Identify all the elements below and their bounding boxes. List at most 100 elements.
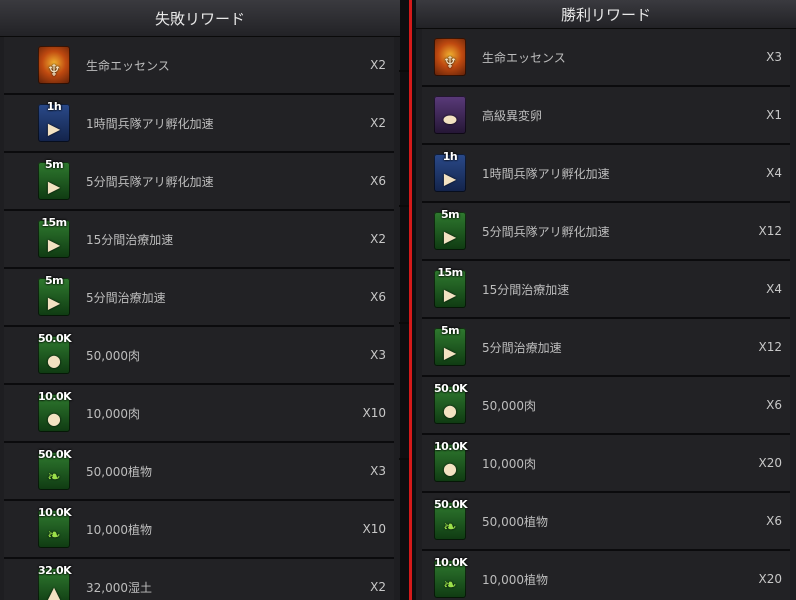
reward-quantity: X10 — [362, 522, 387, 536]
icon-glyph: ▶ — [443, 285, 457, 304]
divider-tick — [399, 205, 409, 207]
reward-row[interactable]: 10.0K ● 10,000肉 X10 — [4, 385, 394, 443]
defeat-rewards-title: 失敗リワード — [0, 0, 400, 37]
reward-quantity: X3 — [370, 348, 386, 362]
icon-glyph: ❧ — [443, 575, 457, 594]
item-amount-tag: 5m — [44, 158, 64, 171]
troop-hatch-speedup-icon: 1h ▶ — [434, 150, 466, 192]
reward-quantity: X12 — [758, 224, 783, 238]
reward-label: 50,000肉 — [482, 398, 536, 413]
reward-quantity: X3 — [370, 464, 386, 478]
victory-rewards-list[interactable]: ♆ 生命エッセンス X3 ⬬ 高級異変卵 X1 1h ▶ 1時間兵隊アリ孵化加速 X4 5m ▶ 5分間… — [416, 29, 796, 600]
heal-speedup-icon: 5m ▶ — [38, 274, 70, 316]
icon-glyph: ▶ — [443, 169, 457, 188]
reward-row[interactable]: ♆ 生命エッセンス X2 — [4, 37, 394, 95]
icon-glyph: ♆ — [46, 61, 62, 80]
reward-row[interactable]: 5m ▶ 5分間治療加速 X12 — [422, 319, 790, 377]
reward-row[interactable]: 10.0K ❧ 10,000植物 X10 — [4, 501, 394, 559]
reward-label: 15分間治療加速 — [482, 282, 570, 297]
reward-label: 10,000植物 — [86, 522, 152, 537]
reward-row[interactable]: 1h ▶ 1時間兵隊アリ孵化加速 X4 — [422, 145, 790, 203]
reward-quantity: X2 — [370, 116, 386, 130]
reward-row[interactable]: 50.0K ❧ 50,000植物 X3 — [4, 443, 394, 501]
icon-glyph: ❧ — [47, 467, 61, 486]
reward-label: 10,000植物 — [482, 572, 548, 587]
reward-row[interactable]: 5m ▶ 5分間兵隊アリ孵化加速 X6 — [4, 153, 394, 211]
heal-speedup-icon: 5m ▶ — [434, 324, 466, 366]
icon-glyph: ❧ — [47, 525, 61, 544]
reward-row[interactable]: 15m ▶ 15分間治療加速 X2 — [4, 211, 394, 269]
divider-tick — [399, 70, 409, 72]
reward-row[interactable]: 10.0K ● 10,000肉 X20 — [422, 435, 790, 493]
reward-label: 高級異変卵 — [482, 108, 543, 123]
icon-glyph: ❧ — [443, 517, 457, 536]
icon-glyph: ⬬ — [443, 110, 457, 129]
reward-quantity: X4 — [766, 166, 782, 180]
plant-icon: 50.0K ❧ — [434, 498, 468, 540]
reward-label: 生命エッセンス — [86, 58, 170, 73]
meat-icon: 10.0K ● — [38, 390, 72, 432]
plant-icon: 50.0K ❧ — [38, 448, 72, 490]
reward-label: 1時間兵隊アリ孵化加速 — [86, 116, 214, 131]
victory-rewards-title: 勝利リワード — [416, 0, 796, 29]
item-amount-tag: 1h — [46, 100, 62, 113]
item-amount-tag: 5m — [440, 324, 460, 337]
icon-glyph: ▶ — [47, 293, 61, 312]
item-amount-tag: 15m — [41, 216, 67, 229]
defeat-rewards-list[interactable]: ♆ 生命エッセンス X2 1h ▶ 1時間兵隊アリ孵化加速 X2 5m ▶ 5分間兵隊アリ孵化加速… — [0, 37, 400, 600]
meat-icon: 10.0K ● — [434, 440, 468, 482]
icon-glyph: ● — [443, 459, 457, 478]
plant-icon: 10.0K ❧ — [434, 556, 468, 598]
item-amount-tag: 50.0K — [38, 448, 72, 461]
reward-quantity: X20 — [758, 572, 783, 586]
reward-quantity: X2 — [370, 580, 386, 594]
reward-quantity: X6 — [766, 398, 782, 412]
plant-icon: 10.0K ❧ — [38, 506, 72, 548]
reward-label: 50,000植物 — [86, 464, 152, 479]
item-amount-tag: 15m — [437, 266, 463, 279]
item-amount-tag: 10.0K — [434, 556, 468, 569]
reward-row[interactable]: 5m ▶ 5分間治療加速 X6 — [4, 269, 394, 327]
mutant-egg-icon: ⬬ — [434, 96, 466, 134]
icon-glyph: ▶ — [47, 119, 61, 138]
reward-quantity: X6 — [370, 174, 386, 188]
item-amount-tag: 50.0K — [38, 332, 72, 345]
meat-icon: 50.0K ● — [38, 332, 72, 374]
reward-row[interactable]: 50.0K ● 50,000肉 X6 — [422, 377, 790, 435]
essence-icon: ♆ — [434, 38, 466, 76]
reward-label: 5分間治療加速 — [86, 290, 166, 305]
heal-speedup-icon: 15m ▶ — [38, 216, 70, 258]
reward-label: 50,000植物 — [482, 514, 548, 529]
reward-row[interactable]: 15m ▶ 15分間治療加速 X4 — [422, 261, 790, 319]
troop-hatch-speedup-icon: 5m ▶ — [38, 158, 70, 200]
reward-quantity: X2 — [370, 58, 386, 72]
icon-glyph: ▶ — [47, 177, 61, 196]
reward-quantity: X6 — [766, 514, 782, 528]
reward-row[interactable]: ⬬ 高級異変卵 X1 — [422, 87, 790, 145]
item-amount-tag: 5m — [44, 274, 64, 287]
reward-quantity: X6 — [370, 290, 386, 304]
icon-glyph: ● — [443, 401, 457, 420]
reward-label: 32,000湿土 — [86, 580, 152, 595]
reward-row[interactable]: 5m ▶ 5分間兵隊アリ孵化加速 X12 — [422, 203, 790, 261]
reward-quantity: X2 — [370, 232, 386, 246]
reward-label: 5分間治療加速 — [482, 340, 562, 355]
item-amount-tag: 10.0K — [38, 390, 72, 403]
reward-row[interactable]: 50.0K ● 50,000肉 X3 — [4, 327, 394, 385]
reward-row[interactable]: 50.0K ❧ 50,000植物 X6 — [422, 493, 790, 551]
reward-row[interactable]: 1h ▶ 1時間兵隊アリ孵化加速 X2 — [4, 95, 394, 153]
icon-glyph: ▶ — [443, 227, 457, 246]
icon-glyph: ▲ — [47, 583, 61, 600]
item-amount-tag: 32.0K — [38, 564, 72, 577]
reward-label: 5分間兵隊アリ孵化加速 — [482, 224, 610, 239]
reward-row[interactable]: 32.0K ▲ 32,000湿土 X2 — [4, 559, 394, 600]
reward-quantity: X4 — [766, 282, 782, 296]
divider-tick — [399, 322, 409, 324]
reward-row[interactable]: 10.0K ❧ 10,000植物 X20 — [422, 551, 790, 600]
defeat-rewards-panel: 失敗リワード ♆ 生命エッセンス X2 1h ▶ 1時間兵隊アリ孵化加速 X2 5m ▶ 5分間兵… — [0, 0, 400, 600]
victory-rewards-panel: 勝利リワード ♆ 生命エッセンス X3 ⬬ 高級異変卵 X1 1h ▶ 1時間兵隊アリ孵化加速 X… — [416, 0, 796, 600]
reward-label: 50,000肉 — [86, 348, 140, 363]
reward-label: 15分間治療加速 — [86, 232, 174, 247]
reward-label: 1時間兵隊アリ孵化加速 — [482, 166, 610, 181]
reward-row[interactable]: ♆ 生命エッセンス X3 — [422, 29, 790, 87]
